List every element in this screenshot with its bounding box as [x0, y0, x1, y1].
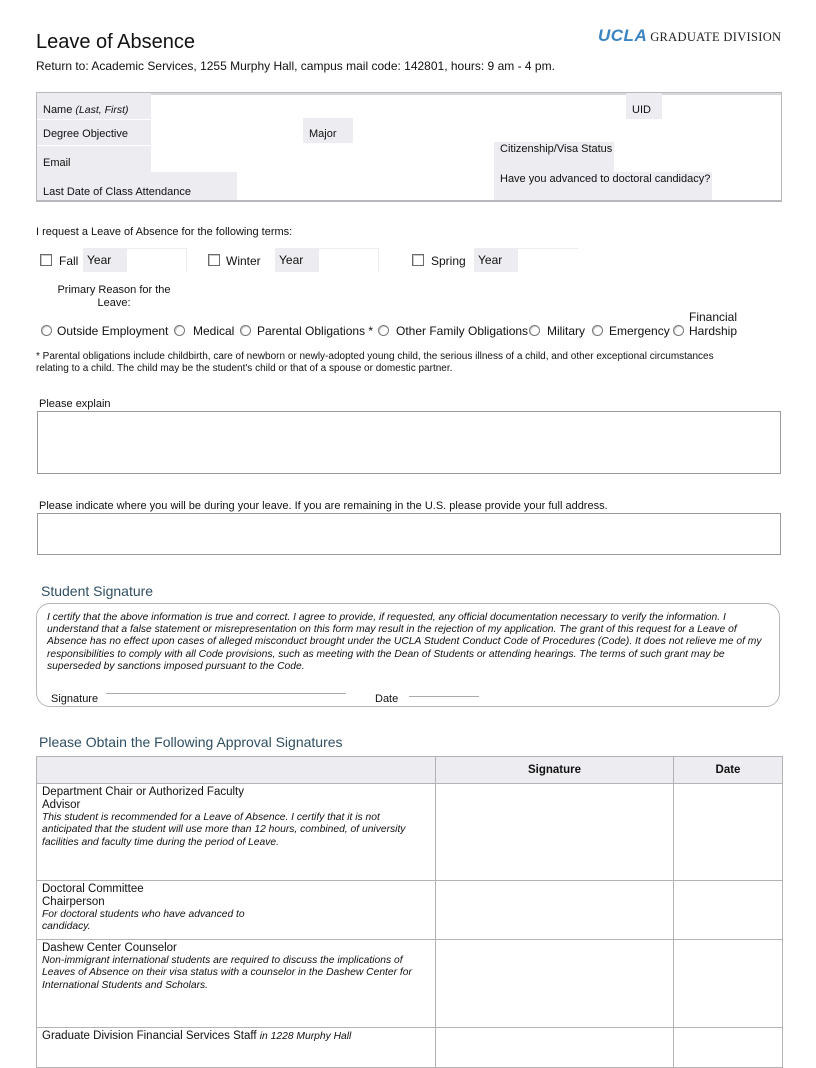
approval-role-cell: Graduate Division Financial Services Sta…	[36, 1027, 436, 1068]
reason-financial-hardship-label: Financial Hardship	[689, 310, 738, 338]
approval-signature-cell[interactable]	[435, 1027, 674, 1068]
primary-reason-label: Primary Reason for the Leave:	[57, 284, 171, 309]
date-label: Date	[375, 693, 399, 705]
table-row: Dashew Center Counselor Non-immigrant in…	[36, 939, 783, 1028]
ucla-graduate-division-logo: UCLA GRADUATE DIVISION	[598, 26, 781, 46]
reason-medical-label: Medical	[193, 324, 235, 338]
approval-role-cell: Doctoral Committee Chairperson For docto…	[36, 880, 436, 940]
location-textarea[interactable]	[37, 513, 781, 555]
fall-checkbox[interactable]	[40, 254, 52, 266]
spring-label: Spring	[431, 254, 466, 268]
signature-label: Signature	[51, 693, 99, 705]
return-to-info: Return to: Academic Services, 1255 Murph…	[36, 59, 555, 73]
table-row: Doctoral Committee Chairperson For docto…	[36, 880, 783, 940]
last-date-attendance-label: Last Date of Class Attendance	[37, 172, 237, 201]
reason-other-family-label: Other Family Obligations	[396, 324, 529, 338]
approval-note: This student is recommended for a Leave …	[42, 812, 406, 848]
approval-role: Graduate Division Financial Services Sta…	[42, 1030, 257, 1042]
approval-note: For doctoral students who have advanced …	[42, 909, 245, 933]
uid-input[interactable]	[662, 93, 780, 119]
last-date-attendance-input[interactable]	[237, 172, 492, 201]
table-header-row: Signature Date	[36, 756, 783, 784]
approval-date-cell[interactable]	[673, 1027, 783, 1068]
spring-checkbox[interactable]	[412, 254, 424, 266]
winter-year-label: Year	[275, 248, 319, 272]
email-label: Email	[37, 146, 151, 173]
major-label: Major	[303, 118, 353, 143]
doctoral-candidacy-input[interactable]	[712, 172, 780, 201]
fall-year-input[interactable]	[127, 248, 187, 272]
email-input[interactable]	[151, 146, 491, 173]
name-label: Name (Last, First)	[37, 93, 151, 119]
table-row: Graduate Division Financial Services Sta…	[36, 1027, 783, 1068]
approval-role: Doctoral Committee Chairperson	[42, 883, 144, 908]
degree-objective-label: Degree Objective	[37, 120, 151, 145]
terms-intro: I request a Leave of Absence for the fol…	[36, 226, 293, 238]
logo-division-text: GRADUATE DIVISION	[650, 30, 782, 44]
citizenship-visa-input[interactable]	[614, 142, 780, 172]
parental-obligations-footnote: * Parental obligations include childbirt…	[36, 351, 714, 374]
major-input[interactable]	[353, 118, 780, 143]
approval-signatures-table: Signature Date Department Chair or Autho…	[36, 756, 783, 1068]
approvals-heading: Please Obtain the Following Approval Sig…	[39, 734, 343, 750]
reason-parental-label: Parental Obligations *	[257, 324, 374, 338]
degree-objective-input[interactable]	[151, 120, 303, 145]
approval-signature-cell[interactable]	[435, 939, 674, 1028]
reason-emergency-radio[interactable]	[592, 325, 603, 336]
reason-outside-employment-radio[interactable]	[41, 325, 52, 336]
spring-year-input[interactable]	[518, 248, 578, 272]
reason-outside-employment-label: Outside Employment	[57, 324, 169, 338]
spring-year-label: Year	[474, 248, 518, 272]
winter-year-input[interactable]	[319, 248, 379, 272]
reason-emergency-label: Emergency	[609, 324, 670, 338]
column-header-date: Date	[673, 756, 783, 784]
approval-signature-cell[interactable]	[435, 880, 674, 940]
approval-note: Non-immigrant international students are…	[42, 955, 412, 991]
certification-text: I certify that the above information is …	[47, 612, 762, 672]
reason-other-family-radio[interactable]	[378, 325, 389, 336]
column-header-signature: Signature	[435, 756, 674, 784]
approval-date-cell[interactable]	[673, 880, 783, 940]
student-signature-heading: Student Signature	[41, 583, 154, 599]
explain-textarea[interactable]	[37, 411, 781, 474]
approval-role: Dashew Center Counselor	[42, 942, 177, 954]
page-title: Leave of Absence	[36, 31, 196, 53]
doctoral-candidacy-label: Have you advanced to doctoral candidacy?	[494, 172, 712, 201]
approval-role-cell: Department Chair or Authorized Faculty A…	[36, 783, 436, 881]
reason-financial-hardship-radio[interactable]	[673, 325, 684, 336]
approval-role: Department Chair or Authorized Faculty A…	[42, 786, 244, 811]
uid-label: UID	[626, 93, 662, 119]
location-label: Please indicate where you will be during…	[39, 500, 608, 512]
logo-ucla-text: UCLA	[598, 26, 648, 45]
reason-military-radio[interactable]	[529, 325, 540, 336]
approval-signature-cell[interactable]	[435, 783, 674, 881]
reason-military-label: Military	[547, 324, 585, 338]
winter-label: Winter	[226, 254, 261, 268]
date-line-input[interactable]	[409, 696, 479, 697]
fall-label: Fall	[59, 254, 79, 268]
table-row: Department Chair or Authorized Faculty A…	[36, 783, 783, 881]
approval-role-location: in 1228 Murphy Hall	[259, 1031, 352, 1042]
reason-parental-radio[interactable]	[240, 325, 251, 336]
column-header-role	[36, 756, 436, 784]
reason-medical-radio[interactable]	[174, 325, 185, 336]
winter-checkbox[interactable]	[208, 254, 220, 266]
student-info-section: Name (Last, First) UID Degree Objective …	[36, 92, 782, 202]
citizenship-visa-label: Citizenship/Visa Status	[494, 142, 614, 172]
approval-date-cell[interactable]	[673, 783, 783, 881]
signature-line-input[interactable]	[106, 693, 346, 694]
fall-year-label: Year	[83, 248, 127, 272]
name-hint: (Last, First)	[75, 104, 129, 116]
explain-label: Please explain	[39, 398, 111, 410]
approval-role-cell: Dashew Center Counselor Non-immigrant in…	[36, 939, 436, 1028]
name-input[interactable]	[151, 93, 627, 119]
approval-date-cell[interactable]	[673, 939, 783, 1028]
